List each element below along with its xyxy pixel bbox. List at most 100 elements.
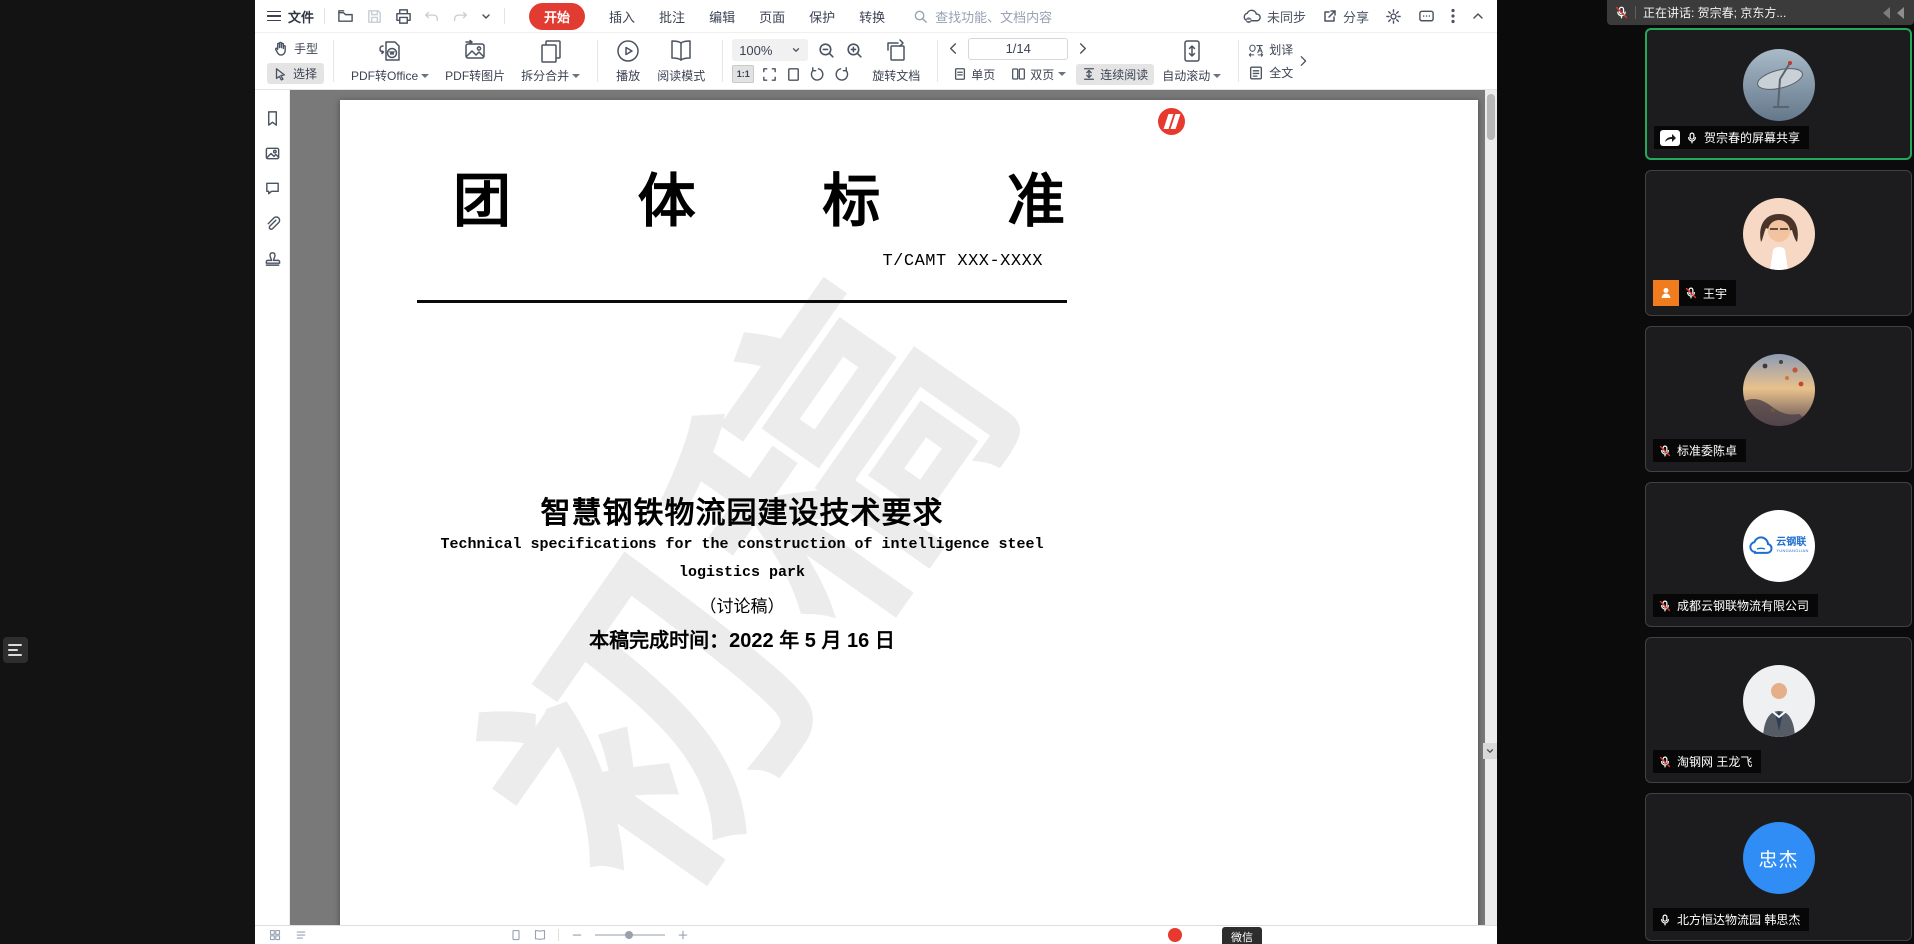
vertical-scrollbar[interactable] (1485, 90, 1497, 925)
split-merge-button[interactable]: 拆分合并 (513, 36, 588, 86)
participant-name-pill: 贺宗春的屏幕共享 (1654, 126, 1809, 149)
participant-tile[interactable]: 淘钢网 王龙飞 (1645, 637, 1912, 783)
double-page-button[interactable]: 双页 (1005, 64, 1072, 85)
status-zoom-out-icon[interactable] (571, 929, 583, 941)
full-text-translate-button[interactable]: 全文 (1248, 64, 1293, 81)
wechat-taskbar-item[interactable]: 微信 (1222, 927, 1262, 944)
expand-panel-chevron-icon[interactable] (1297, 55, 1309, 67)
page-indicator[interactable]: 1/14 (968, 38, 1068, 60)
pdf-to-office-icon (377, 38, 403, 64)
tab-home[interactable]: 开始 (529, 3, 585, 30)
tab-comment[interactable]: 批注 (659, 7, 685, 26)
pdf-app-badge (1158, 108, 1185, 135)
tab-insert[interactable]: 插入 (609, 7, 635, 26)
zoom-slider-handle[interactable] (625, 931, 633, 939)
pdf-to-image-icon (462, 38, 488, 64)
fit-width-icon[interactable] (761, 66, 778, 83)
header-rule (417, 300, 1067, 303)
document-viewer[interactable]: 初稿 团体标准 T/CAMT XXX-XXXX 智慧钢铁物流园建设技术要求 Te… (290, 90, 1497, 925)
sidebar-toggle-button[interactable] (3, 637, 28, 663)
zoom-out-icon[interactable] (817, 41, 836, 60)
file-menu-button[interactable]: 文件 (267, 7, 314, 26)
bookmark-icon[interactable] (264, 110, 281, 127)
avatar-company-logo: 云钢联 YUNGANGLIAN (1743, 510, 1815, 582)
status-zoom-in-icon[interactable] (677, 929, 689, 941)
auto-scroll-button[interactable]: 自动滚动 (1154, 36, 1229, 86)
tab-convert[interactable]: 转换 (859, 7, 885, 26)
rotate-right-icon[interactable] (833, 66, 850, 83)
feedback-comment-icon[interactable] (1418, 8, 1435, 25)
thumbnail-panel-icon[interactable] (269, 929, 281, 941)
rotate-left-icon[interactable] (809, 66, 826, 83)
divider (333, 40, 334, 82)
app-logo-icon (1168, 928, 1182, 942)
open-file-icon[interactable] (337, 8, 354, 25)
book-view-icon[interactable] (534, 929, 546, 941)
read-mode-button[interactable]: 阅读模式 (649, 36, 713, 86)
hand-tool-button[interactable]: 手型 (267, 38, 324, 59)
participant-name: 成都云钢联物流有限公司 (1677, 597, 1809, 614)
fit-page-icon[interactable] (785, 66, 802, 83)
tab-page[interactable]: 页面 (759, 7, 785, 26)
divider (324, 8, 325, 24)
participant-tile[interactable]: 云钢联 YUNGANGLIAN 淘钢网 王龙飞 成都云钢联物流有限公司 (1645, 482, 1912, 627)
chevron-down-icon (791, 45, 801, 55)
double-page-icon (1011, 67, 1026, 81)
search-input[interactable]: 查找功能、文档内容 (913, 7, 1052, 26)
divider (1238, 40, 1239, 82)
logo-text: 云钢联 (1776, 538, 1808, 548)
select-tool-button[interactable]: 选择 (267, 63, 324, 84)
pdf-to-office-button[interactable]: PDF转Office (343, 36, 437, 86)
print-icon[interactable] (395, 8, 412, 25)
dropdown-caret-icon (572, 74, 580, 78)
participant-name-pill: 淘钢网 王龙飞 (1653, 750, 1761, 773)
more-history-chevron-icon[interactable] (480, 10, 492, 22)
image-panel-icon[interactable] (264, 145, 281, 162)
previous-page-icon[interactable] (947, 42, 960, 55)
speaking-banner[interactable]: 正在讲话: 贺宗春; 京东方... (1607, 0, 1914, 25)
divider (558, 929, 559, 941)
tab-edit[interactable]: 编辑 (709, 7, 735, 26)
scrollbar-thumb[interactable] (1487, 94, 1495, 140)
rotate-document-button[interactable]: 旋转文档 (864, 36, 928, 86)
attachment-icon[interactable] (264, 215, 281, 232)
pdf-to-image-button[interactable]: PDF转图片 (437, 36, 513, 86)
zoom-in-icon[interactable] (845, 41, 864, 60)
kebab-menu-icon[interactable] (1451, 8, 1455, 24)
participant-tile-screen-share[interactable]: 贺宗春的屏幕共享 (1645, 28, 1912, 160)
comment-panel-icon[interactable] (264, 180, 281, 197)
banner-collapse-arrows-icon[interactable] (1880, 6, 1906, 20)
participant-tile[interactable]: 王宇 (1645, 170, 1912, 316)
avatar-initials: 忠杰 (1743, 822, 1815, 894)
scroll-down-button[interactable] (1483, 743, 1497, 759)
single-page-button[interactable]: 单页 (947, 64, 1001, 85)
page-view-icon[interactable] (510, 929, 522, 941)
undo-icon[interactable] (424, 8, 440, 24)
divider (597, 40, 598, 82)
save-icon[interactable] (366, 8, 383, 25)
collapse-ribbon-chevron-icon[interactable] (1471, 9, 1485, 23)
divider (937, 40, 938, 82)
word-translate-button[interactable]: 划译 (1248, 41, 1293, 58)
standard-type-heading: 团体标准 (453, 170, 1065, 234)
redo-icon[interactable] (452, 8, 468, 24)
settings-gear-icon[interactable] (1385, 8, 1402, 25)
presenter-badge-icon (1653, 280, 1679, 306)
stamp-icon[interactable] (264, 250, 281, 267)
share-button[interactable]: 分享 (1322, 7, 1369, 26)
continuous-read-button[interactable]: 连续阅读 (1076, 64, 1154, 85)
participant-tile[interactable]: 忠杰 北方恒达物流园 韩思杰 (1645, 793, 1912, 941)
play-button[interactable]: 播放 (607, 36, 649, 86)
participant-tile[interactable]: 标准委陈卓 (1645, 326, 1912, 472)
outline-panel-icon[interactable] (295, 929, 307, 941)
actual-size-button[interactable]: 1:1 (732, 65, 754, 83)
next-page-icon[interactable] (1076, 42, 1089, 55)
sync-status-button[interactable]: 未同步 (1243, 7, 1306, 26)
hand-icon (273, 41, 288, 56)
participant-name-pill: 北方恒达物流园 韩思杰 (1653, 908, 1809, 931)
zoom-level-select[interactable]: 100% (732, 39, 808, 61)
participant-name-pill: 淘钢网 王龙飞 成都云钢联物流有限公司 (1653, 594, 1818, 617)
zoom-slider[interactable] (595, 934, 665, 936)
play-label: 播放 (616, 67, 640, 84)
tab-protect[interactable]: 保护 (809, 7, 835, 26)
